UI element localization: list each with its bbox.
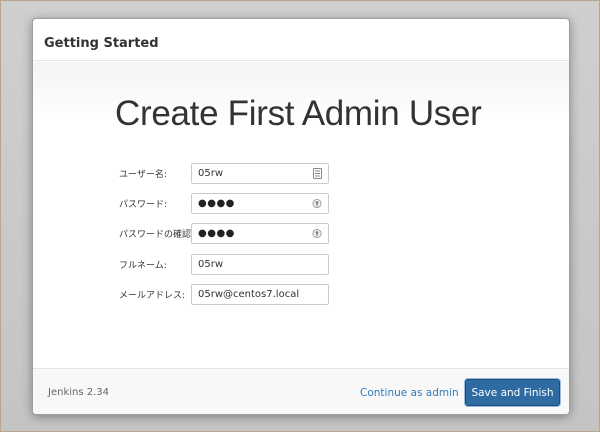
- dialog-title: Getting Started: [44, 36, 159, 51]
- username-input[interactable]: 05rw: [191, 163, 329, 184]
- page-title: Create First Admin User: [115, 94, 482, 133]
- screen-background: Getting Started Create First Admin User …: [0, 0, 600, 432]
- username-value: 05rw: [198, 168, 224, 179]
- username-label: ユーザー名:: [119, 170, 167, 180]
- dialog-header: Getting Started: [33, 19, 569, 61]
- confirm-password-value: ●●●●: [198, 228, 235, 239]
- full-name-input[interactable]: 05rw: [191, 254, 329, 275]
- confirm-password-input[interactable]: ●●●●: [191, 223, 329, 244]
- full-name-label: フルネーム:: [119, 261, 167, 271]
- email-label: メールアドレス:: [119, 291, 186, 301]
- password-value: ●●●●: [198, 198, 235, 209]
- email-value: 05rw@centos7.local: [198, 289, 300, 300]
- password-label: パスワード:: [119, 200, 168, 210]
- save-and-finish-button[interactable]: Save and Finish: [465, 379, 560, 406]
- dialog-footer: Jenkins 2.34 Continue as admin Save and …: [33, 368, 569, 414]
- password-reveal-icon[interactable]: [312, 198, 322, 209]
- dialog-body: Create First Admin User ユーザー名: 05rw パスワー…: [33, 62, 569, 368]
- password-input[interactable]: ●●●●: [191, 193, 329, 214]
- setup-wizard-dialog: Getting Started Create First Admin User …: [32, 18, 570, 415]
- confirm-password-label: パスワードの確認:: [119, 230, 195, 240]
- password-reveal-icon[interactable]: [312, 228, 322, 239]
- full-name-value: 05rw: [198, 259, 224, 270]
- contact-card-icon: [312, 168, 322, 179]
- version-label: Jenkins 2.34: [48, 387, 110, 398]
- continue-as-admin-link[interactable]: Continue as admin: [360, 387, 459, 399]
- email-input[interactable]: 05rw@centos7.local: [191, 284, 329, 305]
